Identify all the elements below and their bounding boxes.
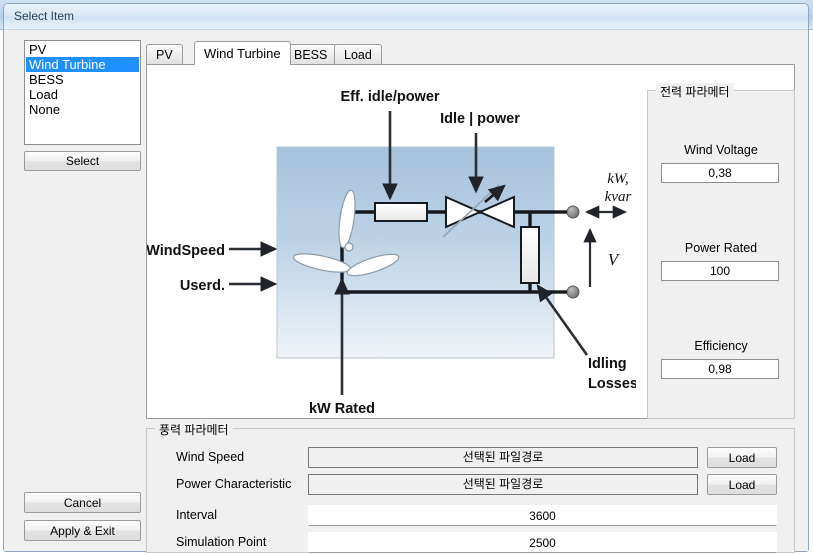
rotor-hub bbox=[344, 242, 354, 252]
wind-speed-path-box[interactable]: 선택된 파일경로 bbox=[308, 447, 698, 468]
power-parameter-caption: 전력 파라메터 bbox=[656, 83, 734, 100]
label-kw: kW, bbox=[607, 171, 629, 187]
simulation-point-input[interactable] bbox=[308, 532, 777, 553]
machine-boundary-box bbox=[276, 146, 555, 359]
dialog-title: Select Item bbox=[14, 9, 75, 23]
apply-and-exit-button[interactable]: Apply & Exit bbox=[24, 520, 141, 541]
item-listbox[interactable]: PV Wind Turbine BESS Load None bbox=[24, 40, 141, 145]
terminal-node-top bbox=[566, 205, 580, 219]
screen: ··· ··· ··· ··· ······· Select Item PV W… bbox=[0, 0, 813, 555]
list-item-bess[interactable]: BESS bbox=[26, 72, 139, 87]
idling-losses-element bbox=[520, 226, 540, 284]
label-userd: Userd. bbox=[180, 278, 225, 294]
tab-bess[interactable]: BESS bbox=[284, 44, 338, 65]
label-wind-speed: WindSpeed bbox=[147, 243, 225, 259]
wind-voltage-input[interactable] bbox=[661, 163, 779, 183]
wind-speed-label: Wind Speed bbox=[176, 450, 245, 464]
efficiency-input[interactable] bbox=[661, 359, 779, 379]
list-item-pv[interactable]: PV bbox=[26, 42, 139, 57]
list-item-none[interactable]: None bbox=[26, 102, 139, 117]
interval-label: Interval bbox=[176, 508, 217, 522]
wind-parameter-caption: 풍력 파라메터 bbox=[155, 421, 233, 438]
tabstrip: PV Wind Turbine BESS Load bbox=[146, 41, 795, 65]
tab-pv[interactable]: PV bbox=[146, 44, 183, 65]
label-kvar: kvar bbox=[605, 189, 632, 205]
label-idle-power: Idle | power bbox=[440, 111, 520, 127]
list-item-load[interactable]: Load bbox=[26, 87, 139, 102]
wind-turbine-schematic-svg: Eff. idle/power Idle | power WindSpeed U… bbox=[147, 89, 636, 417]
select-item-dialog: Select Item PV Wind Turbine BESS Load No… bbox=[3, 3, 809, 553]
simulation-point-label: Simulation Point bbox=[176, 535, 267, 549]
cancel-button[interactable]: Cancel bbox=[24, 492, 141, 513]
label-eff-idle-power: Eff. idle/power bbox=[340, 89, 439, 105]
power-characteristic-load-button[interactable]: Load bbox=[707, 474, 777, 495]
label-kw-rated: kW Rated bbox=[309, 401, 375, 417]
list-item-wind-turbine[interactable]: Wind Turbine bbox=[26, 57, 139, 72]
power-characteristic-path-box[interactable]: 선택된 파일경로 bbox=[308, 474, 698, 495]
power-parameter-group: 전력 파라메터 Wind Voltage Power Rated Efficie… bbox=[647, 83, 795, 419]
terminal-node-bottom bbox=[566, 285, 580, 299]
wind-parameter-group: 풍력 파라메터 Wind Speed 선택된 파일경로 Load Power C… bbox=[146, 421, 795, 553]
interval-input[interactable] bbox=[308, 505, 777, 526]
select-button[interactable]: Select bbox=[24, 151, 141, 171]
dialog-body: PV Wind Turbine BESS Load None Select Ca… bbox=[4, 30, 808, 553]
power-rated-input[interactable] bbox=[661, 261, 779, 281]
efficiency-label: Efficiency bbox=[694, 339, 748, 353]
wind-voltage-label: Wind Voltage bbox=[684, 143, 758, 157]
wind-speed-load-button[interactable]: Load bbox=[707, 447, 777, 468]
tab-load[interactable]: Load bbox=[334, 44, 382, 65]
wind-turbine-diagram: Eff. idle/power Idle | power WindSpeed U… bbox=[147, 65, 636, 418]
efficiency-block bbox=[374, 202, 428, 222]
label-idling: Idling bbox=[588, 356, 627, 372]
power-rated-label: Power Rated bbox=[684, 241, 758, 255]
label-losses: Losses bbox=[588, 376, 636, 392]
label-voltage: V bbox=[608, 250, 621, 269]
power-characteristic-label: Power Characteristic bbox=[176, 477, 292, 491]
dialog-titlebar[interactable]: Select Item bbox=[4, 4, 808, 30]
tab-wind-turbine[interactable]: Wind Turbine bbox=[194, 41, 291, 65]
